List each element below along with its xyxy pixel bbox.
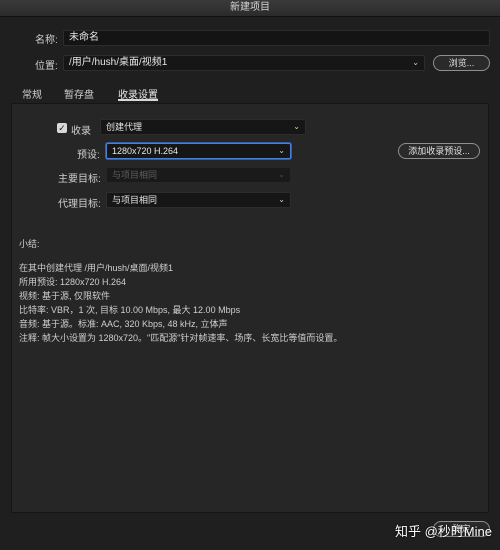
ingest-checkbox[interactable]: ✓ [57,123,67,133]
chevron-down-icon: ⌄ [412,58,419,67]
tab-scratch-disks[interactable]: 暂存盘 [64,86,94,101]
ingest-mode-value: 创建代理 [106,122,143,132]
chevron-down-icon: ⌄ [278,170,285,179]
browse-button[interactable]: 浏览... [433,55,490,71]
summary-line: 在其中创建代理 /用户/hush/桌面/视频1 [19,263,174,273]
checkmark-icon: ✓ [58,123,66,133]
watermark: 知乎 @秒时Mine [395,524,492,539]
location-label: 位置: [35,61,58,72]
primary-target-select: 与项目相同 ⌄ [106,167,291,183]
location-value: /用户/hush/桌面/视频1 [69,57,168,68]
preset-label: 预设: [77,150,100,161]
summary-line: 注释: 帧大小设置为 1280x720。"匹配源"针对帧速率、场序、长宽比等值而… [19,333,343,343]
preset-value: 1280x720 H.264 [112,146,179,156]
proxy-target-value: 与项目相同 [112,195,158,205]
summary-line: 视频: 基于源, 仅限软件 [19,291,111,301]
summary-title: 小结: [19,239,40,249]
add-ingest-preset-button[interactable]: 添加收录预设... [398,143,480,159]
name-label: 名称: [35,35,58,46]
window-title: 新建项目 [0,0,500,17]
proxy-target-label: 代理目标: [58,199,101,210]
active-tab-indicator [118,99,158,101]
primary-target-label: 主要目标: [58,174,101,185]
summary-line: 比特率: VBR，1 次, 目标 10.00 Mbps, 最大 12.00 Mb… [19,305,241,315]
chevron-down-icon: ⌄ [278,195,285,204]
primary-target-value: 与项目相同 [112,170,158,180]
tab-general[interactable]: 常规 [22,86,42,101]
location-select[interactable]: /用户/hush/桌面/视频1 ⌄ [63,55,425,71]
project-name-input[interactable]: 未命名 [63,30,490,46]
ingest-mode-select[interactable]: 创建代理 ⌄ [100,119,306,135]
preset-select[interactable]: 1280x720 H.264 ⌄ [106,143,291,159]
summary-line: 音频: 基于源。标准: AAC, 320 Kbps, 48 kHz, 立体声 [19,319,228,329]
proxy-target-select[interactable]: 与项目相同 ⌄ [106,192,291,208]
ingest-label: 收录 [71,126,91,137]
summary-line: 所用预设: 1280x720 H.264 [19,277,127,287]
chevron-down-icon: ⌄ [293,122,300,131]
chevron-down-icon: ⌄ [278,146,285,155]
